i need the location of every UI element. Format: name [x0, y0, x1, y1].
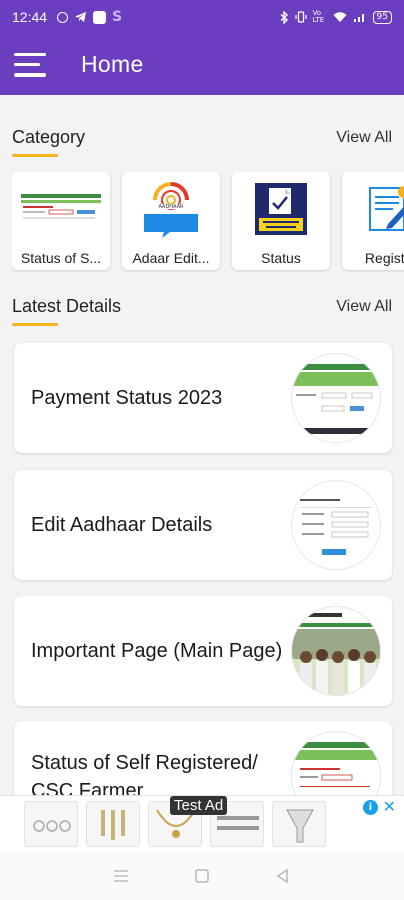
- wifi-icon: [333, 11, 347, 22]
- payment-status-thumbnail: [292, 354, 380, 442]
- category-card-registration[interactable]: Registra: [342, 172, 404, 270]
- recent-apps-icon[interactable]: [109, 864, 133, 888]
- vibrate-icon: [294, 11, 307, 23]
- category-title: Category: [12, 127, 85, 157]
- app-notification-icon: [93, 10, 107, 24]
- category-list: Status of S... AADHAAR Adaar Edit... Sta…: [12, 172, 404, 272]
- system-navigation-bar: [0, 851, 404, 900]
- detail-title: Important Page (Main Page): [31, 640, 283, 662]
- edit-aadhaar-thumbnail: [292, 481, 380, 569]
- s-app-icon: S: [112, 9, 123, 25]
- detail-title: Payment Status 2023: [31, 387, 223, 409]
- form-screenshot-icon: [19, 180, 103, 238]
- battery-icon: 95: [372, 10, 392, 24]
- test-ad-label: Test Ad: [170, 796, 228, 815]
- home-icon[interactable]: [190, 864, 214, 888]
- ad-product-image[interactable]: [24, 801, 78, 847]
- category-view-all-link[interactable]: View All: [336, 129, 392, 147]
- ad-product-image[interactable]: [272, 801, 326, 847]
- aadhaar-logo-icon: AADHAAR: [129, 180, 213, 238]
- page-title: Home: [81, 51, 144, 77]
- system-icons: Vo LTE 95: [280, 10, 392, 24]
- latest-title: Latest Details: [12, 296, 121, 326]
- latest-view-all-link[interactable]: View All: [336, 298, 392, 316]
- ad-close-icon[interactable]: ✕: [383, 797, 396, 816]
- ad-info-icon[interactable]: i: [363, 800, 378, 815]
- category-label: Registra: [364, 250, 404, 266]
- telegram-icon: [75, 12, 87, 22]
- signal-icon: [353, 13, 364, 22]
- latest-header: Latest Details View All: [12, 296, 392, 326]
- category-card-status[interactable]: Status: [232, 172, 330, 270]
- bluetooth-icon: [280, 10, 288, 24]
- detail-card-edit-aadhaar[interactable]: Edit Aadhaar Details: [14, 470, 392, 580]
- status-bar: 12:44 S Vo LTE 95: [0, 0, 404, 34]
- application-status-check-icon: [239, 180, 323, 238]
- category-card-aadhaar-edit[interactable]: AADHAAR Adaar Edit...: [122, 172, 220, 270]
- detail-card-payment-status[interactable]: Payment Status 2023: [14, 343, 392, 453]
- message-icon: [57, 11, 69, 23]
- ad-product-image[interactable]: [86, 801, 140, 847]
- registration-form-icon: [349, 180, 404, 238]
- ad-banner[interactable]: Test Ad i ✕: [0, 795, 404, 851]
- notification-icons: S: [57, 9, 122, 25]
- category-label: Status of S...: [20, 250, 102, 266]
- category-card-status-of-self[interactable]: Status of S...: [12, 172, 110, 270]
- hamburger-menu-icon[interactable]: [14, 52, 48, 77]
- app-bar: Home: [0, 34, 404, 95]
- category-label: Status: [261, 250, 301, 266]
- detail-card-important-page[interactable]: Important Page (Main Page): [14, 596, 392, 706]
- svg-text:AADHAAR: AADHAAR: [158, 204, 184, 210]
- status-time: 12:44: [12, 9, 48, 25]
- farmers-group-photo-thumbnail: [292, 607, 380, 695]
- detail-title: Edit Aadhaar Details: [31, 514, 213, 536]
- volte-text: Vo LTE: [312, 9, 325, 24]
- category-header: Category View All: [12, 127, 392, 157]
- category-label: Adaar Edit...: [132, 250, 210, 266]
- back-icon[interactable]: [271, 864, 295, 888]
